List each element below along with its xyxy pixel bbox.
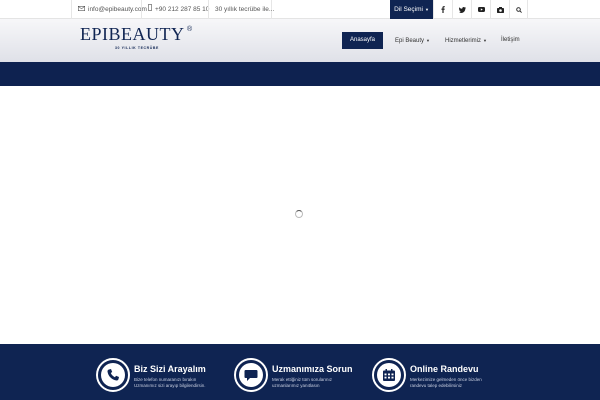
- appointment-title: Online Randevu: [410, 364, 479, 374]
- nav-label: Anasayfa: [349, 37, 376, 43]
- callback-block[interactable]: Biz Sizi Arayalım Bize telefon numaranız…: [96, 358, 226, 398]
- phone-text: +90 212 287 85 10: [155, 6, 210, 13]
- instagram-icon[interactable]: [490, 0, 509, 19]
- facebook-icon[interactable]: [433, 0, 452, 19]
- top-bar: info@epibeauty.com +90 212 287 85 10 30 …: [0, 0, 600, 19]
- tagline-text: 30 yıllık tecrübe ile...: [215, 6, 275, 13]
- logo-wordmark: EPIBEAUTY: [80, 24, 185, 44]
- language-label: Dil Seçimi: [394, 6, 423, 13]
- youtube-icon[interactable]: [471, 0, 490, 19]
- nav-item-anasayfa[interactable]: Anasayfa: [342, 32, 383, 49]
- header: EPIBEAUTY ® 30 YILLIK TECRÜBE Anasayfa E…: [0, 19, 600, 62]
- twitter-icon[interactable]: [452, 0, 471, 19]
- language-select-button[interactable]: Dil Seçimi ▼: [390, 0, 433, 19]
- caret-down-icon: ▼: [426, 38, 430, 43]
- nav-item-iletisim[interactable]: İletişim: [501, 32, 529, 49]
- logo-subtitle: 30 YILLIK TECRÜBE: [115, 46, 159, 50]
- callback-title: Biz Sizi Arayalım: [134, 364, 206, 374]
- caret-down-icon: ▼: [483, 38, 487, 43]
- footer-cta-bar: Biz Sizi Arayalım Bize telefon numaranız…: [0, 344, 600, 400]
- nav-label: Epi Beauty: [395, 38, 425, 44]
- calendar-icon: [372, 358, 406, 392]
- registered-mark: ®: [187, 26, 193, 33]
- nav-item-epi-beauty[interactable]: Epi Beauty ▼: [395, 32, 435, 49]
- epibeauty-logo[interactable]: EPIBEAUTY ® 30 YILLIK TECRÜBE: [80, 24, 200, 54]
- ask-expert-description: Merak ettiğiniz tüm sorularınız uzmanlar…: [272, 377, 333, 388]
- tagline: 30 yıllık tecrübe ile...: [208, 0, 275, 19]
- loading-spinner-icon: [295, 210, 303, 218]
- ask-expert-block[interactable]: Uzmanımıza Sorun Merak ettiğiniz tüm sor…: [234, 358, 364, 398]
- search-icon[interactable]: [509, 0, 528, 19]
- email-contact[interactable]: info@epibeauty.com: [71, 0, 147, 19]
- nav-item-hizmetlerimiz[interactable]: Hizmetlerimiz ▼: [445, 32, 495, 49]
- appointment-description: Merkezimize gelmeden önce bizden randevu…: [410, 377, 482, 388]
- mobile-phone-icon: [148, 0, 153, 19]
- online-appointment-block[interactable]: Online Randevu Merkezimize gelmeden önce…: [372, 358, 502, 398]
- nav-label: İletişim: [501, 37, 520, 43]
- callback-description: Bize telefon numaranızı bırakın Uzmanımı…: [134, 377, 206, 388]
- phone-icon: [96, 358, 130, 392]
- email-text: info@epibeauty.com: [88, 6, 147, 13]
- caret-down-icon: ▼: [424, 7, 429, 12]
- chat-icon: [234, 358, 268, 392]
- nav-label: Hizmetlerimiz: [445, 38, 481, 44]
- phone-contact[interactable]: +90 212 287 85 10: [141, 0, 210, 19]
- ask-expert-title: Uzmanımıza Sorun: [272, 364, 353, 374]
- page-banner-band: [0, 62, 600, 86]
- envelope-icon: [78, 0, 86, 19]
